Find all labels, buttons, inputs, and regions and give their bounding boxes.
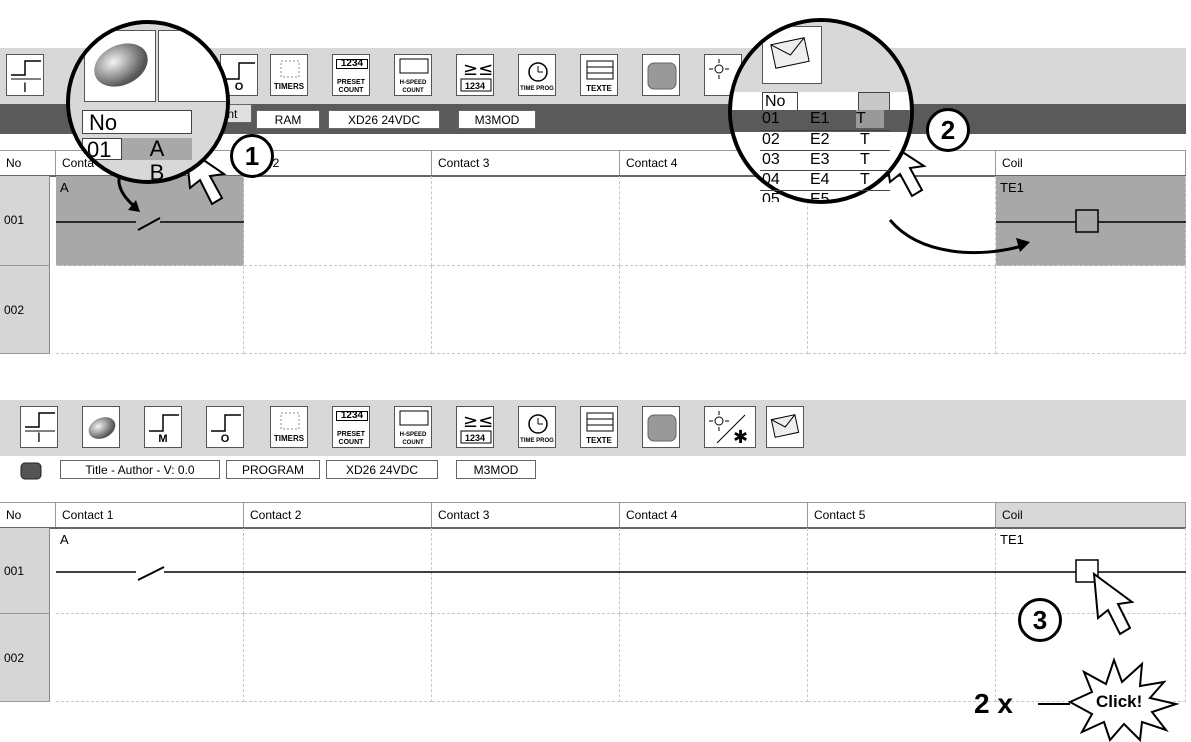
extension-box[interactable]: M3MOD bbox=[456, 460, 536, 479]
list-item[interactable]: 05 E5 bbox=[760, 190, 890, 202]
compare-button[interactable]: ≥≤ 1234 bbox=[456, 406, 494, 448]
light-icon: ✱ bbox=[709, 411, 748, 448]
timers-button[interactable]: TIMERS bbox=[270, 406, 308, 448]
list-item[interactable]: 01 E1 T bbox=[760, 110, 890, 128]
zoom1-header: No bbox=[82, 110, 192, 135]
step-3-badge: 3 bbox=[1018, 598, 1062, 642]
program-box[interactable]: PROGRAM bbox=[226, 460, 320, 479]
memory-ellipse-button[interactable] bbox=[84, 30, 156, 102]
hspeed-count-button[interactable]: H-SPEED COUNT bbox=[394, 406, 432, 448]
contact-symbol bbox=[137, 217, 161, 231]
envelope-button[interactable] bbox=[766, 406, 804, 448]
memory-contact-button[interactable]: M bbox=[144, 406, 182, 448]
cursor-3 bbox=[1092, 571, 1135, 636]
grey-block-button[interactable] bbox=[642, 406, 680, 448]
click-count: 2 x bbox=[974, 688, 1013, 719]
svg-text:≥≤: ≥≤ bbox=[463, 411, 493, 432]
zoom1-row-no: 01 bbox=[82, 138, 122, 161]
coil-symbol bbox=[1075, 209, 1099, 233]
svg-text:✱: ✱ bbox=[733, 427, 748, 448]
list-item[interactable]: 02 E2 T bbox=[760, 130, 890, 149]
plc-status-icon bbox=[20, 462, 42, 480]
zoom1-row-value[interactable]: A bbox=[122, 138, 192, 160]
texte-button[interactable]: TEXTE bbox=[580, 406, 618, 448]
module-box[interactable]: XD26 24VDC bbox=[326, 460, 438, 479]
title-box[interactable]: Title - Author - V: 0.0 bbox=[60, 460, 220, 479]
contact-symbol bbox=[137, 566, 165, 581]
zoom2-header: No bbox=[762, 92, 798, 112]
step-1-badge: 1 bbox=[230, 134, 274, 178]
zoom-circle-1: No 01 A B bbox=[66, 20, 230, 184]
arrow-2 bbox=[888, 219, 1023, 255]
output-contact-button[interactable]: O bbox=[206, 406, 244, 448]
input-contact-button[interactable]: I bbox=[20, 406, 58, 448]
click-label: Click! bbox=[1096, 692, 1143, 711]
envelope-icon bbox=[770, 37, 810, 69]
preset-count-button[interactable]: 1234 PRESET COUNT bbox=[332, 406, 370, 448]
list-item[interactable]: 04 E4 T bbox=[760, 170, 890, 189]
memory-ellipse-icon bbox=[88, 417, 116, 439]
envelope-icon bbox=[770, 414, 800, 438]
light-button[interactable]: ✱ bbox=[704, 406, 756, 448]
list-item[interactable]: 03 E3 T bbox=[760, 150, 890, 169]
zoom2-list: 01 E1 T 02 E2 T 03 E3 T 04 E4 T 05 E5 bbox=[760, 110, 910, 202]
memory-ellipse-icon bbox=[94, 43, 148, 87]
time-prog-button[interactable]: TIME PROG bbox=[518, 406, 556, 448]
memory-ellipse-button[interactable] bbox=[82, 406, 120, 448]
step-2-badge: 2 bbox=[926, 108, 970, 152]
envelope-button[interactable] bbox=[762, 26, 822, 84]
grey-block-icon bbox=[647, 414, 677, 442]
